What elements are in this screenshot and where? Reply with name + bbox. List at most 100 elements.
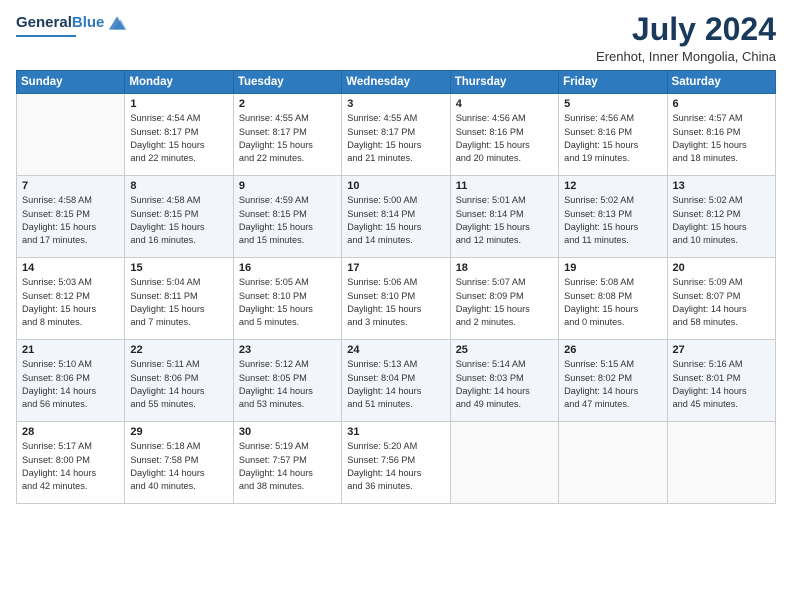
calendar-week-row: 1Sunrise: 4:54 AMSunset: 8:17 PMDaylight… bbox=[17, 94, 776, 176]
calendar-cell bbox=[17, 94, 125, 176]
day-number: 24 bbox=[347, 344, 444, 356]
calendar-cell: 5 Sunrise: 4:56 AMSunset: 8:16 PMDaylight… bbox=[559, 94, 667, 176]
cell-content: Sunrise: 4:58 AMSunset: 8:15 PMDaylight:… bbox=[130, 194, 227, 247]
day-number: 5 bbox=[564, 98, 661, 110]
day-number: 13 bbox=[673, 180, 770, 192]
calendar-week-row: 7 Sunrise: 4:58 AMSunset: 8:15 PMDaylight… bbox=[17, 176, 776, 258]
cell-content: Sunrise: 5:06 AMSunset: 8:10 PMDaylight:… bbox=[347, 276, 444, 329]
day-number: 26 bbox=[564, 344, 661, 356]
cell-content: Sunrise: 5:03 AMSunset: 8:12 PMDaylight:… bbox=[22, 276, 119, 329]
title-block: July 2024 Erenhot, Inner Mongolia, China bbox=[596, 12, 776, 64]
cell-content: Sunrise: 5:14 AMSunset: 8:03 PMDaylight:… bbox=[456, 358, 553, 411]
cell-content: Sunrise: 4:59 AMSunset: 8:15 PMDaylight:… bbox=[239, 194, 336, 247]
day-number: 23 bbox=[239, 344, 336, 356]
header-saturday: Saturday bbox=[667, 71, 775, 94]
day-number: 11 bbox=[456, 180, 553, 192]
day-number: 14 bbox=[22, 262, 119, 274]
day-number: 4 bbox=[456, 98, 553, 110]
calendar-cell: 4 Sunrise: 4:56 AMSunset: 8:16 PMDaylight… bbox=[450, 94, 558, 176]
calendar-week-row: 14 Sunrise: 5:03 AMSunset: 8:12 PMDayligh… bbox=[17, 258, 776, 340]
cell-content: Sunrise: 4:55 AMSunset: 8:17 PMDaylight:… bbox=[347, 112, 444, 165]
calendar-cell bbox=[667, 422, 775, 504]
calendar-cell: 26 Sunrise: 5:15 AMSunset: 8:02 PMDayligh… bbox=[559, 340, 667, 422]
day-number: 12 bbox=[564, 180, 661, 192]
cell-content: Sunrise: 5:04 AMSunset: 8:11 PMDaylight:… bbox=[130, 276, 227, 329]
day-number: 17 bbox=[347, 262, 444, 274]
calendar-cell: 13Sunrise: 5:02 AMSunset: 8:12 PMDayligh… bbox=[667, 176, 775, 258]
calendar-cell: 21Sunrise: 5:10 AMSunset: 8:06 PMDayligh… bbox=[17, 340, 125, 422]
calendar-cell: 12 Sunrise: 5:02 AMSunset: 8:13 PMDayligh… bbox=[559, 176, 667, 258]
calendar-week-row: 28 Sunrise: 5:17 AMSunset: 8:00 PMDayligh… bbox=[17, 422, 776, 504]
cell-content: Sunrise: 5:00 AMSunset: 8:14 PMDaylight:… bbox=[347, 194, 444, 247]
cell-content: Sunrise: 5:02 AMSunset: 8:13 PMDaylight:… bbox=[564, 194, 661, 247]
day-number: 2 bbox=[239, 98, 336, 110]
day-number: 20 bbox=[673, 262, 770, 274]
cell-content: Sunrise: 4:54 AMSunset: 8:17 PMDaylight:… bbox=[130, 112, 227, 165]
logo-icon bbox=[106, 12, 128, 34]
cell-content: Sunrise: 5:11 AMSunset: 8:06 PMDaylight:… bbox=[130, 358, 227, 411]
header-friday: Friday bbox=[559, 71, 667, 94]
day-number: 18 bbox=[456, 262, 553, 274]
day-number: 30 bbox=[239, 426, 336, 438]
calendar-table: Sunday Monday Tuesday Wednesday Thursday… bbox=[16, 70, 776, 504]
header-thursday: Thursday bbox=[450, 71, 558, 94]
cell-content: Sunrise: 5:13 AMSunset: 8:04 PMDaylight:… bbox=[347, 358, 444, 411]
day-number: 3 bbox=[347, 98, 444, 110]
calendar-cell: 1Sunrise: 4:54 AMSunset: 8:17 PMDaylight… bbox=[125, 94, 233, 176]
cell-content: Sunrise: 5:18 AMSunset: 7:58 PMDaylight:… bbox=[130, 440, 227, 493]
header: GeneralBlue July 2024 Erenhot, Inner Mon… bbox=[16, 12, 776, 64]
calendar-cell: 15 Sunrise: 5:04 AMSunset: 8:11 PMDayligh… bbox=[125, 258, 233, 340]
cell-content: Sunrise: 4:56 AMSunset: 8:16 PMDaylight:… bbox=[564, 112, 661, 165]
header-wednesday: Wednesday bbox=[342, 71, 450, 94]
day-number: 7 bbox=[22, 180, 119, 192]
main-title: July 2024 bbox=[596, 12, 776, 47]
calendar-cell: 16Sunrise: 5:05 AMSunset: 8:10 PMDayligh… bbox=[233, 258, 341, 340]
logo-text: GeneralBlue bbox=[16, 14, 104, 31]
calendar-cell: 25Sunrise: 5:14 AMSunset: 8:03 PMDayligh… bbox=[450, 340, 558, 422]
calendar-cell: 14 Sunrise: 5:03 AMSunset: 8:12 PMDayligh… bbox=[17, 258, 125, 340]
header-sunday: Sunday bbox=[17, 71, 125, 94]
cell-content: Sunrise: 4:55 AMSunset: 8:17 PMDaylight:… bbox=[239, 112, 336, 165]
header-monday: Monday bbox=[125, 71, 233, 94]
calendar-cell: 17 Sunrise: 5:06 AMSunset: 8:10 PMDayligh… bbox=[342, 258, 450, 340]
cell-content: Sunrise: 5:07 AMSunset: 8:09 PMDaylight:… bbox=[456, 276, 553, 329]
calendar-cell: 8 Sunrise: 4:58 AMSunset: 8:15 PMDaylight… bbox=[125, 176, 233, 258]
cell-content: Sunrise: 5:12 AMSunset: 8:05 PMDaylight:… bbox=[239, 358, 336, 411]
day-number: 27 bbox=[673, 344, 770, 356]
day-number: 15 bbox=[130, 262, 227, 274]
calendar-cell: 10 Sunrise: 5:00 AMSunset: 8:14 PMDayligh… bbox=[342, 176, 450, 258]
day-number: 16 bbox=[239, 262, 336, 274]
calendar-cell: 28 Sunrise: 5:17 AMSunset: 8:00 PMDayligh… bbox=[17, 422, 125, 504]
day-number: 10 bbox=[347, 180, 444, 192]
day-number: 6 bbox=[673, 98, 770, 110]
calendar-cell: 18 Sunrise: 5:07 AMSunset: 8:09 PMDayligh… bbox=[450, 258, 558, 340]
cell-content: Sunrise: 5:09 AMSunset: 8:07 PMDaylight:… bbox=[673, 276, 770, 329]
cell-content: Sunrise: 5:20 AMSunset: 7:56 PMDaylight:… bbox=[347, 440, 444, 493]
calendar-cell: 24 Sunrise: 5:13 AMSunset: 8:04 PMDayligh… bbox=[342, 340, 450, 422]
cell-content: Sunrise: 5:15 AMSunset: 8:02 PMDaylight:… bbox=[564, 358, 661, 411]
cell-content: Sunrise: 4:58 AMSunset: 8:15 PMDaylight:… bbox=[22, 194, 119, 247]
day-number: 8 bbox=[130, 180, 227, 192]
cell-content: Sunrise: 4:57 AMSunset: 8:16 PMDaylight:… bbox=[673, 112, 770, 165]
day-number: 29 bbox=[130, 426, 227, 438]
cell-content: Sunrise: 4:56 AMSunset: 8:16 PMDaylight:… bbox=[456, 112, 553, 165]
calendar-cell: 2 Sunrise: 4:55 AMSunset: 8:17 PMDaylight… bbox=[233, 94, 341, 176]
day-number: 31 bbox=[347, 426, 444, 438]
calendar-cell: 3 Sunrise: 4:55 AMSunset: 8:17 PMDaylight… bbox=[342, 94, 450, 176]
page: GeneralBlue July 2024 Erenhot, Inner Mon… bbox=[0, 0, 792, 612]
calendar-cell: 9Sunrise: 4:59 AMSunset: 8:15 PMDaylight… bbox=[233, 176, 341, 258]
calendar-cell: 19Sunrise: 5:08 AMSunset: 8:08 PMDayligh… bbox=[559, 258, 667, 340]
calendar-cell: 29 Sunrise: 5:18 AMSunset: 7:58 PMDayligh… bbox=[125, 422, 233, 504]
calendar-cell: 11 Sunrise: 5:01 AMSunset: 8:14 PMDayligh… bbox=[450, 176, 558, 258]
cell-content: Sunrise: 5:01 AMSunset: 8:14 PMDaylight:… bbox=[456, 194, 553, 247]
subtitle: Erenhot, Inner Mongolia, China bbox=[596, 49, 776, 64]
calendar-cell: 22Sunrise: 5:11 AMSunset: 8:06 PMDayligh… bbox=[125, 340, 233, 422]
calendar-cell: 6 Sunrise: 4:57 AMSunset: 8:16 PMDaylight… bbox=[667, 94, 775, 176]
calendar-cell: 27Sunrise: 5:16 AMSunset: 8:01 PMDayligh… bbox=[667, 340, 775, 422]
header-tuesday: Tuesday bbox=[233, 71, 341, 94]
cell-content: Sunrise: 5:17 AMSunset: 8:00 PMDaylight:… bbox=[22, 440, 119, 493]
cell-content: Sunrise: 5:10 AMSunset: 8:06 PMDaylight:… bbox=[22, 358, 119, 411]
day-number: 28 bbox=[22, 426, 119, 438]
calendar-cell bbox=[450, 422, 558, 504]
day-number: 19 bbox=[564, 262, 661, 274]
